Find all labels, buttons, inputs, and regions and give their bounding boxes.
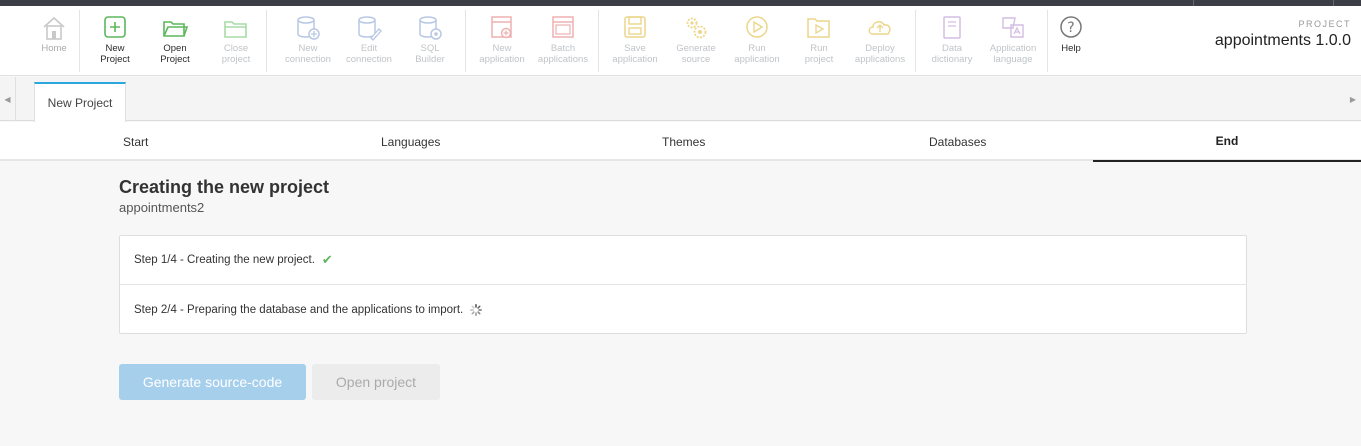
application-language-label: Application language [989,43,1037,65]
run-application-label: Run application [734,43,780,65]
deploy-applications-button[interactable]: Deploy applications [850,14,910,65]
sql-builder-button[interactable]: SQL Builder [400,14,460,65]
progress-step: Step 2/4 - Preparing the database and th… [120,285,1246,334]
help-button[interactable]: ? Help [1041,14,1101,54]
batch-applications-button[interactable]: Batch applications [533,14,593,65]
data-dictionary-button[interactable]: Data dictionary [922,14,982,65]
sql-builder-label: SQL Builder [415,43,445,65]
data-dictionary-label: Data dictionary [931,43,973,65]
run-project-label: Run project [804,43,834,65]
batch-applications-label: Batch applications [537,43,589,65]
help-label: Help [1061,43,1081,54]
run-project-button[interactable]: Run project [789,14,849,65]
check-icon: ✔ [321,252,333,267]
edit-connection-button[interactable]: Edit connection [339,14,399,65]
step-end[interactable]: End [1093,122,1361,162]
step-themes[interactable]: Themes [662,122,705,161]
document-tab-bar: ◀ New Project ▶ [0,77,1361,122]
step-databases[interactable]: Databases [929,122,986,161]
window-plus-icon [491,16,512,39]
deploy-applications-label: Deploy applications [854,43,906,65]
save-application-label: Save application [612,43,658,65]
project-caption: PROJECT [1298,19,1351,29]
project-name: appointments 1.0.0 [1214,32,1351,49]
db-plus-icon [297,16,320,40]
open-project-button[interactable]: Open Project [145,14,205,65]
open-project-label: Open Project [160,43,190,65]
windows-stack-icon [552,16,574,38]
application-language-button[interactable]: Application language [983,14,1043,65]
db-gear-icon [419,16,442,40]
save-icon [624,16,646,38]
progress-panel: Step 1/4 - Creating the new project. ✔ S… [119,235,1247,334]
progress-step-text: Step 1/4 - Creating the new project. [134,254,315,266]
language-icon [1002,17,1024,38]
new-application-button[interactable]: New application [472,14,532,65]
progress-step: Step 1/4 - Creating the new project. ✔ [120,236,1246,285]
home-icon [43,16,65,40]
tab-scroll-right-icon[interactable]: ▶ [1345,77,1361,121]
help-circle-icon: ? [1060,16,1082,38]
svg-text:?: ? [1067,20,1074,36]
tab-new-project[interactable]: New Project [34,82,126,122]
folder-close-icon [224,21,247,38]
home-button[interactable]: Home [24,14,84,54]
cloud-upload-icon [868,21,891,35]
generate-source-label: Generate source [676,43,716,65]
project-info: PROJECT appointments 1.0.0 [1215,19,1351,50]
save-application-button[interactable]: Save application [605,14,665,65]
home-label: Home [41,43,67,54]
new-project-name: appointments2 [119,200,205,215]
gears-icon [686,17,707,39]
edit-connection-label: Edit connection [346,43,392,65]
book-icon [943,16,961,39]
new-project-label: New Project [100,43,130,65]
new-application-label: New application [479,43,525,65]
new-project-button[interactable]: New Project [85,14,145,65]
close-project-label: Close project [221,43,251,65]
new-connection-button[interactable]: New connection [278,14,338,65]
step-languages[interactable]: Languages [381,122,440,161]
main-toolbar: Home New Project Open Project Close proj… [0,6,1361,76]
generate-source-button[interactable]: Generate source [666,14,726,65]
folder-open-icon [163,21,189,37]
step-start[interactable]: Start [123,122,148,161]
tab-scroll-left-icon[interactable]: ◀ [0,77,16,121]
page-title: Creating the new project [119,177,330,197]
open-project-action-button[interactable]: Open project [312,364,440,400]
new-connection-label: New connection [285,43,331,65]
run-application-button[interactable]: Run application [727,14,787,65]
close-project-button[interactable]: Close project [206,14,266,65]
generate-source-code-button[interactable]: Generate source-code [119,364,306,400]
wizard-steps: Start Languages Themes Databases End [0,122,1361,162]
progress-step-text: Step 2/4 - Preparing the database and th… [134,303,464,316]
folder-play-icon [807,18,830,38]
play-circle-icon [746,16,768,38]
plus-square-icon [104,16,126,38]
db-edit-icon [358,16,382,41]
loading-spinner-icon [470,303,483,316]
